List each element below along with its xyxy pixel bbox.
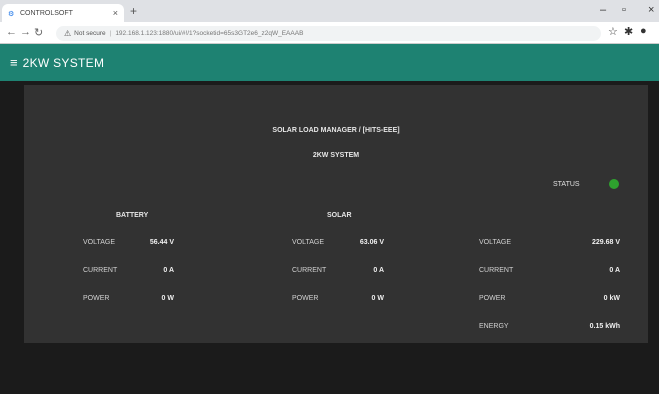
grid-energy-label: ENERGY xyxy=(479,323,509,330)
status-led-icon xyxy=(609,179,619,189)
forward-icon[interactable]: → xyxy=(20,26,31,38)
battery-power-label: POWER xyxy=(83,295,110,302)
solar-power-value: 0 W xyxy=(371,295,384,302)
solar-power-label: POWER xyxy=(292,295,319,302)
dashboard-panel: SOLAR LOAD MANAGER / [HITS-EEE] 2KW SYST… xyxy=(24,85,648,343)
battery-current-value: 0 A xyxy=(163,267,174,274)
maximize-window-icon[interactable]: ▫ xyxy=(622,4,626,16)
status-label: STATUS xyxy=(553,181,580,188)
app-toolbar: ≡ 2KW SYSTEM xyxy=(0,44,659,81)
grid-voltage-label: VOLTAGE xyxy=(479,239,512,246)
not-secure-warning-icon: ⚠ xyxy=(64,29,72,38)
grid-power-label: POWER xyxy=(479,295,506,302)
not-secure-label: Not secure xyxy=(74,30,106,37)
solar-voltage-value: 63.06 V xyxy=(359,239,384,246)
hamburger-menu-icon[interactable]: ≡ xyxy=(10,55,18,70)
panel-title: SOLAR LOAD MANAGER / [HITS-EEE] xyxy=(272,127,400,134)
bookmark-star-icon[interactable]: ☆ xyxy=(608,25,618,38)
close-window-icon[interactable]: × xyxy=(648,4,654,16)
profile-avatar-icon[interactable]: ● xyxy=(640,25,647,37)
back-icon[interactable]: ← xyxy=(6,26,17,38)
grid-power-value: 0 kW xyxy=(603,295,620,302)
browser-tab-strip: ⚙ CONTROLSOFT × + – ▫ × xyxy=(0,0,659,22)
minimize-window-icon[interactable]: – xyxy=(600,4,606,16)
grid-current-label: CURRENT xyxy=(479,267,514,274)
panel-subtitle: 2KW SYSTEM xyxy=(312,152,360,159)
solar-current-value: 0 A xyxy=(373,267,384,274)
battery-power-value: 0 W xyxy=(161,295,174,302)
browser-tab[interactable]: ⚙ CONTROLSOFT × xyxy=(2,4,124,22)
solar-heading: SOLAR xyxy=(327,212,352,219)
solar-voltage-label: VOLTAGE xyxy=(292,239,325,246)
battery-current-label: CURRENT xyxy=(83,267,118,274)
battery-voltage-value: 56.44 V xyxy=(149,239,174,246)
battery-heading: BATTERY xyxy=(116,212,149,219)
dashboard-content: SOLAR LOAD MANAGER / [HITS-EEE] 2KW SYST… xyxy=(0,81,659,394)
battery-voltage-label: VOLTAGE xyxy=(83,239,116,246)
grid-energy-value: 0.15 kWh xyxy=(589,323,620,330)
node-red-favicon-icon: ⚙ xyxy=(8,10,15,18)
new-tab-button[interactable]: + xyxy=(130,4,137,18)
extensions-puzzle-icon[interactable]: ✱ xyxy=(624,25,633,38)
tab-title: CONTROLSOFT xyxy=(20,9,73,17)
browser-address-bar: ← → ↻ ⚠ Not secure | 192.168.1.123:1880/… xyxy=(0,22,659,44)
reload-icon[interactable]: ↻ xyxy=(34,26,43,39)
solar-current-label: CURRENT xyxy=(292,267,327,274)
close-tab-icon[interactable]: × xyxy=(113,8,118,18)
app-title: 2KW SYSTEM xyxy=(22,55,105,70)
url-text: 192.168.1.123:1880/ui/#!/1?socketid=65s3… xyxy=(115,30,304,37)
grid-current-value: 0 A xyxy=(609,267,620,274)
url-separator: | xyxy=(109,30,112,37)
grid-voltage-value: 229.68 V xyxy=(591,239,620,246)
url-field[interactable]: ⚠ Not secure | 192.168.1.123:1880/ui/#!/… xyxy=(56,26,601,41)
